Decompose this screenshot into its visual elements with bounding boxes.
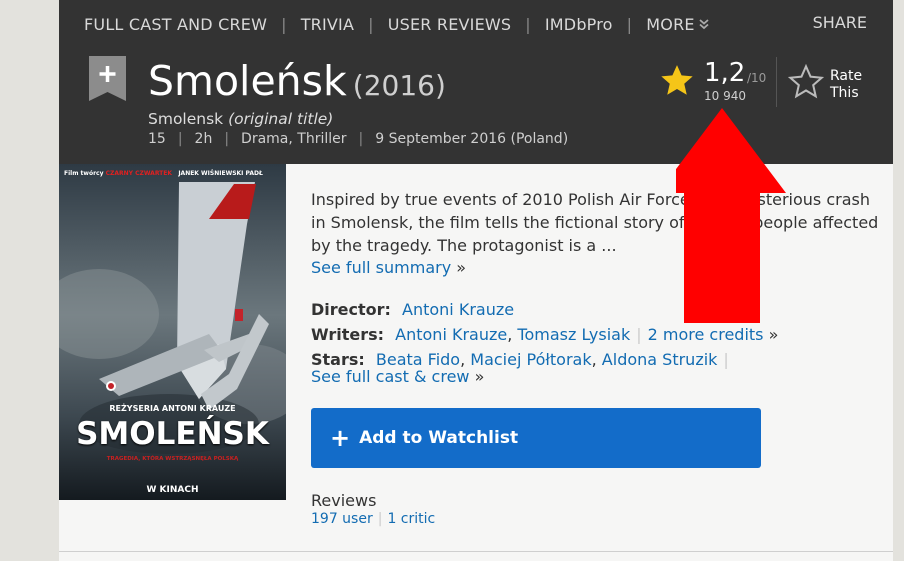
rating-value: 1,2	[704, 58, 746, 88]
sub-navigation: FULL CAST AND CREW | TRIVIA | USER REVIE…	[84, 13, 709, 35]
reviews-separator: |	[377, 511, 383, 527]
movie-year: (2016)	[352, 69, 446, 102]
nav-more[interactable]: MORE	[646, 14, 709, 34]
poster-tagline-1: Film twórcy	[64, 170, 104, 177]
add-to-watchlist-button[interactable]: + Add to Watchlist	[311, 408, 761, 468]
original-title: Smolensk (original title)	[148, 110, 333, 128]
title-meta: 15 | 2h | Drama, Thriller | 9 September 2016 (…	[148, 131, 568, 147]
rating-max: /10	[747, 71, 767, 85]
writer-link[interactable]: Antoni Krauze	[395, 325, 507, 344]
raquo-icon: »	[474, 367, 485, 386]
meta-separator: |	[358, 131, 364, 147]
see-full-cast[interactable]: See full cast & crew »	[311, 367, 484, 386]
plot-summary: Inspired by true events of 2010 Polish A…	[311, 188, 881, 257]
star-link[interactable]: Maciej Półtorak	[470, 350, 591, 369]
rate-line-1: Rate	[830, 68, 863, 84]
nav-trivia[interactable]: TRIVIA	[301, 15, 354, 34]
poster-release: W KINACH	[146, 485, 199, 495]
poster-image[interactable]: Film twórcy CZARNY CZWARTEK JANEK WIŚNIE…	[59, 164, 286, 500]
nav-separator: |	[368, 14, 374, 34]
poster-tagline-red: CZARNY CZWARTEK	[105, 170, 173, 177]
credits-separator: |	[723, 350, 729, 369]
rate-this-label: Rate This	[830, 68, 862, 102]
nav-more-label: MORE	[646, 14, 695, 34]
original-title-note: (original title)	[228, 110, 334, 128]
add-to-watchlist-label: Add to Watchlist	[359, 428, 519, 448]
reviews-heading: Reviews	[311, 491, 377, 510]
director-link[interactable]: Antoni Krauze	[402, 300, 514, 319]
rating-divider	[776, 57, 777, 107]
right-background	[893, 0, 904, 561]
raquo-icon: »	[768, 325, 779, 344]
poster-tagline-2: JANEK WIŚNIEWSKI PADŁ	[178, 170, 263, 177]
director-label: Director:	[311, 300, 391, 319]
comma: ,	[591, 350, 602, 369]
genres-link[interactable]: Drama, Thriller	[241, 131, 346, 147]
nav-separator: |	[281, 14, 287, 34]
section-divider	[59, 551, 893, 552]
poster-title: SMOLEŃSK	[76, 416, 269, 452]
original-title-text: Smolensk	[148, 110, 224, 128]
writers-label: Writers:	[311, 325, 385, 344]
meta-separator: |	[177, 131, 183, 147]
nav-separator: |	[626, 14, 633, 34]
add-to-watchlist-ribbon-icon[interactable]	[89, 56, 126, 101]
red-arrow-annotation	[676, 108, 786, 323]
nav-user-reviews[interactable]: USER REVIEWS	[388, 15, 512, 34]
double-chevron-down-icon	[699, 19, 709, 30]
rate-line-2: This	[830, 85, 859, 101]
star-link[interactable]: Aldona Struzik	[602, 350, 718, 369]
see-full-summary[interactable]: See full summary »	[311, 258, 466, 277]
meta-separator: |	[224, 131, 230, 147]
nav-imdbpro[interactable]: IMDbPro	[545, 15, 613, 34]
raquo-icon: »	[456, 258, 467, 277]
movie-title-text: Smoleńsk	[148, 57, 347, 105]
writers-row: Writers: Antoni Krauze, Tomasz Lysiak | 2 …	[311, 322, 778, 347]
poster-subtitle: TRAGEDIA, KTÓRA WSTRZĄSNĘŁA POLSKĄ	[106, 456, 239, 462]
rate-this-button[interactable]: Rate This	[787, 64, 877, 104]
rating-count[interactable]: 10 940	[704, 89, 746, 103]
movie-title: Smoleńsk (2016)	[148, 57, 446, 110]
critic-reviews-link[interactable]: 1 critic	[387, 511, 435, 527]
title-page: FULL CAST AND CREW | TRIVIA | USER REVIE…	[59, 0, 893, 561]
nav-separator: |	[525, 14, 531, 34]
poster-tagline: Film twórcy CZARNY CZWARTEK JANEK WIŚNIE…	[64, 170, 263, 177]
rating-star-icon	[661, 65, 693, 95]
summary-text: Inspired by true events of 2010 Polish A…	[311, 190, 879, 255]
certificate: 15	[148, 131, 166, 147]
poster-director: REŻYSERIA ANTONI KRAUZE	[109, 404, 236, 413]
see-full-summary-link[interactable]: See full summary	[311, 258, 451, 277]
see-full-cast-link[interactable]: See full cast & crew	[311, 367, 470, 386]
nav-full-cast-and-crew[interactable]: FULL CAST AND CREW	[84, 15, 267, 34]
outline-star-icon	[787, 64, 825, 99]
left-background	[0, 0, 59, 561]
share-button[interactable]: SHARE	[813, 13, 867, 32]
plus-icon: +	[330, 424, 351, 452]
writer-link[interactable]: Tomasz Lysiak	[517, 325, 630, 344]
imdb-rating[interactable]: 1,2 /10 10 940	[659, 58, 769, 106]
release-date-link[interactable]: 9 September 2016 (Poland)	[375, 131, 568, 147]
reviews-links: 197 user | 1 critic	[311, 511, 435, 527]
user-reviews-link[interactable]: 197 user	[311, 511, 373, 527]
more-credits-link[interactable]: 2 more credits	[648, 325, 764, 344]
comma: ,	[507, 325, 518, 344]
runtime: 2h	[194, 131, 213, 147]
credits-separator: |	[636, 325, 642, 344]
